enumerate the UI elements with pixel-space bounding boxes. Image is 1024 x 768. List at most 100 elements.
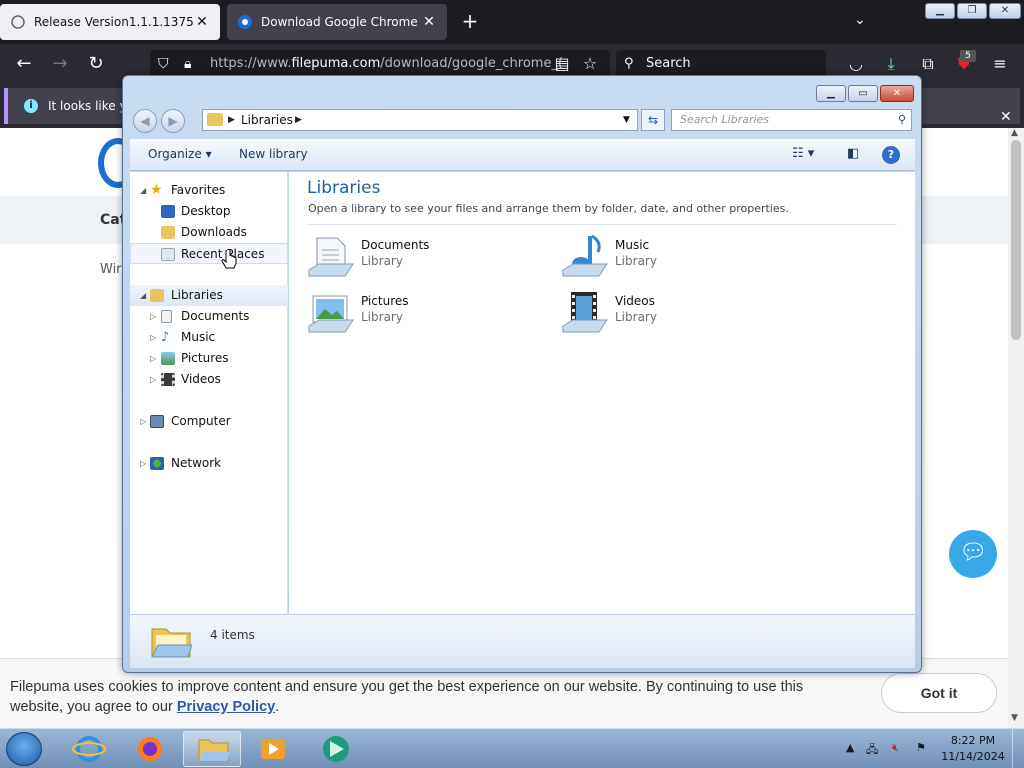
nav-item-pictures[interactable]: ▷ Pictures [130,348,288,369]
refresh-button[interactable]: ⇆ [641,109,665,131]
search-placeholder: Search [646,56,691,71]
library-name: Documents [361,238,430,252]
internet-explorer-icon [72,736,106,762]
pocket-icon[interactable]: ◡ [844,52,868,76]
extensions-icon[interactable]: ⧉ [916,52,940,76]
action-center-flag-icon[interactable]: ⚑ [916,741,926,754]
taskbar-internet-explorer[interactable] [60,731,118,767]
got-it-button[interactable]: Got it [881,673,997,713]
explorer-minimize-button[interactable]: ▁ [816,85,846,102]
library-item-videos[interactable]: Videos Library [561,288,791,340]
libraries-folder-icon [151,628,192,658]
collapse-triangle-icon[interactable]: ▷ [140,411,146,432]
nav-item-videos[interactable]: ▷ Videos [130,369,288,390]
nav-item-network[interactable]: ▷ Network [130,453,288,474]
divider [307,224,897,225]
address-dropdown-icon[interactable]: ▼ [623,110,630,130]
documents-icon [161,310,172,323]
explorer-forward-button[interactable]: ▶ [161,109,185,133]
address-bar[interactable]: ▶ Libraries ▶ ▼ [202,109,638,131]
shield-icon[interactable]: ⛉ [158,50,169,78]
nav-item-music[interactable]: ▷ ♪ Music [130,327,288,348]
menu-hamburger-icon[interactable]: ≡ [988,52,1012,76]
downloads-folder-icon [161,226,175,239]
library-name: Videos [615,294,655,308]
privacy-policy-link[interactable]: Privacy Policy [177,699,275,715]
taskbar-firefox[interactable] [121,731,179,767]
hand-cursor-icon [221,250,237,269]
reload-icon[interactable]: ↻ [84,52,108,76]
library-kind: Library [361,310,403,324]
scroll-up-arrow-icon[interactable]: ▲ [1011,128,1018,138]
browser-tab-bar: Release Version1.1.1.1375 · i486… ✕ Down… [0,0,1024,44]
chat-icon[interactable]: 💬︎ [949,530,997,578]
tab-release-version[interactable]: Release Version1.1.1.1375 · i486… ✕ [0,4,220,40]
explorer-maximize-button[interactable]: ▭ [848,85,878,102]
preview-pane-icon[interactable]: ◧ [847,146,859,161]
info-icon: i [24,99,38,113]
forward-arrow-icon[interactable]: → [48,52,72,76]
minimize-button[interactable]: ▁ [925,3,955,19]
nav-item-documents[interactable]: ▷ Documents [130,306,288,327]
library-item-music[interactable]: Music Library [561,232,791,284]
organize-button[interactable]: Organize ▾ [148,147,212,161]
change-view-icon[interactable]: ☷ ▾ [792,146,814,161]
library-item-documents[interactable]: Documents Library [307,232,537,284]
network-tray-icon[interactable]: 🖧︎ [866,741,878,760]
reader-view-icon[interactable]: ▤ [550,52,574,76]
nav-item-desktop[interactable]: Desktop [130,201,288,222]
page-scrollbar[interactable]: ▲ ▼ [1008,128,1024,728]
breadcrumb-arrow-icon[interactable]: ▶ [228,110,235,130]
expand-triangle-icon[interactable]: ◢ [140,180,146,201]
scroll-down-arrow-icon[interactable]: ▼ [1011,713,1018,723]
chrome-icon [238,15,252,29]
music-note-icon: ♪ [161,330,170,345]
breadcrumb-arrow-icon[interactable]: ▶ [295,110,302,130]
new-library-button[interactable]: New library [239,147,308,161]
nav-item-recent-places[interactable]: Recent Places [130,243,288,264]
search-input[interactable]: ⚲ Search [616,50,826,78]
scroll-thumb[interactable] [1011,140,1021,340]
windows-label[interactable]: Wir [100,262,122,277]
search-icon[interactable]: ⚲ [898,110,906,130]
explorer-close-button[interactable]: ✕ [880,85,914,102]
downloads-icon[interactable]: ⤓ [879,52,903,76]
taskbar-windows-explorer[interactable] [183,731,241,767]
explorer-back-button[interactable]: ◀ [133,109,157,133]
collapse-triangle-icon[interactable]: ▷ [150,327,156,348]
close-button[interactable]: ✕ [989,3,1021,19]
tab-download-chrome[interactable]: Download Google Chrome (64bi… ✕ [227,4,447,40]
collapse-triangle-icon[interactable]: ▷ [150,369,156,390]
tab-close-icon[interactable]: ✕ [194,14,210,30]
documents-library-icon [308,237,354,277]
taskbar-media-player[interactable] [244,731,302,767]
collapse-triangle-icon[interactable]: ▷ [150,348,156,369]
show-hidden-icons-arrow-icon[interactable]: ▲ [846,741,854,754]
new-tab-button[interactable]: + [458,10,482,34]
search-libraries-input[interactable]: Search Libraries ⚲ [671,109,912,131]
library-item-pictures[interactable]: Pictures Library [307,288,537,340]
taskbar-app[interactable] [306,731,364,767]
collapse-triangle-icon[interactable]: ▷ [140,453,146,474]
tab-close-icon[interactable]: ✕ [421,14,437,30]
computer-icon [150,415,164,428]
list-all-tabs-chevron-icon[interactable]: ⌄ [854,12,866,28]
show-desktop-button[interactable] [1012,729,1024,768]
nav-item-computer[interactable]: ▷ Computer [130,411,288,432]
help-icon[interactable]: ? [882,146,900,164]
start-button[interactable] [6,732,42,766]
library-name: Pictures [361,294,409,308]
address-crumb[interactable]: Libraries [241,113,293,127]
nav-item-libraries[interactable]: ◢ Libraries [130,285,288,306]
lock-icon[interactable]: 🔒︎ [184,50,191,78]
nav-item-favorites[interactable]: ◢ ★ Favorites [130,180,288,201]
volume-muted-icon[interactable]: 🔇︎ [892,741,899,755]
clock[interactable]: 8:22 PM 11/14/2024 [938,733,1008,765]
collapse-triangle-icon[interactable]: ▷ [150,306,156,327]
back-arrow-icon[interactable]: ← [12,52,36,76]
nav-item-downloads[interactable]: Downloads [130,222,288,243]
url-bar[interactable]: ⛉ 🔒︎ https://www.filepuma.com/download/g… [150,50,610,78]
restore-button[interactable]: ❐ [957,3,987,19]
bookmark-star-icon[interactable]: ☆ [578,52,602,76]
expand-triangle-icon[interactable]: ◢ [140,285,146,306]
